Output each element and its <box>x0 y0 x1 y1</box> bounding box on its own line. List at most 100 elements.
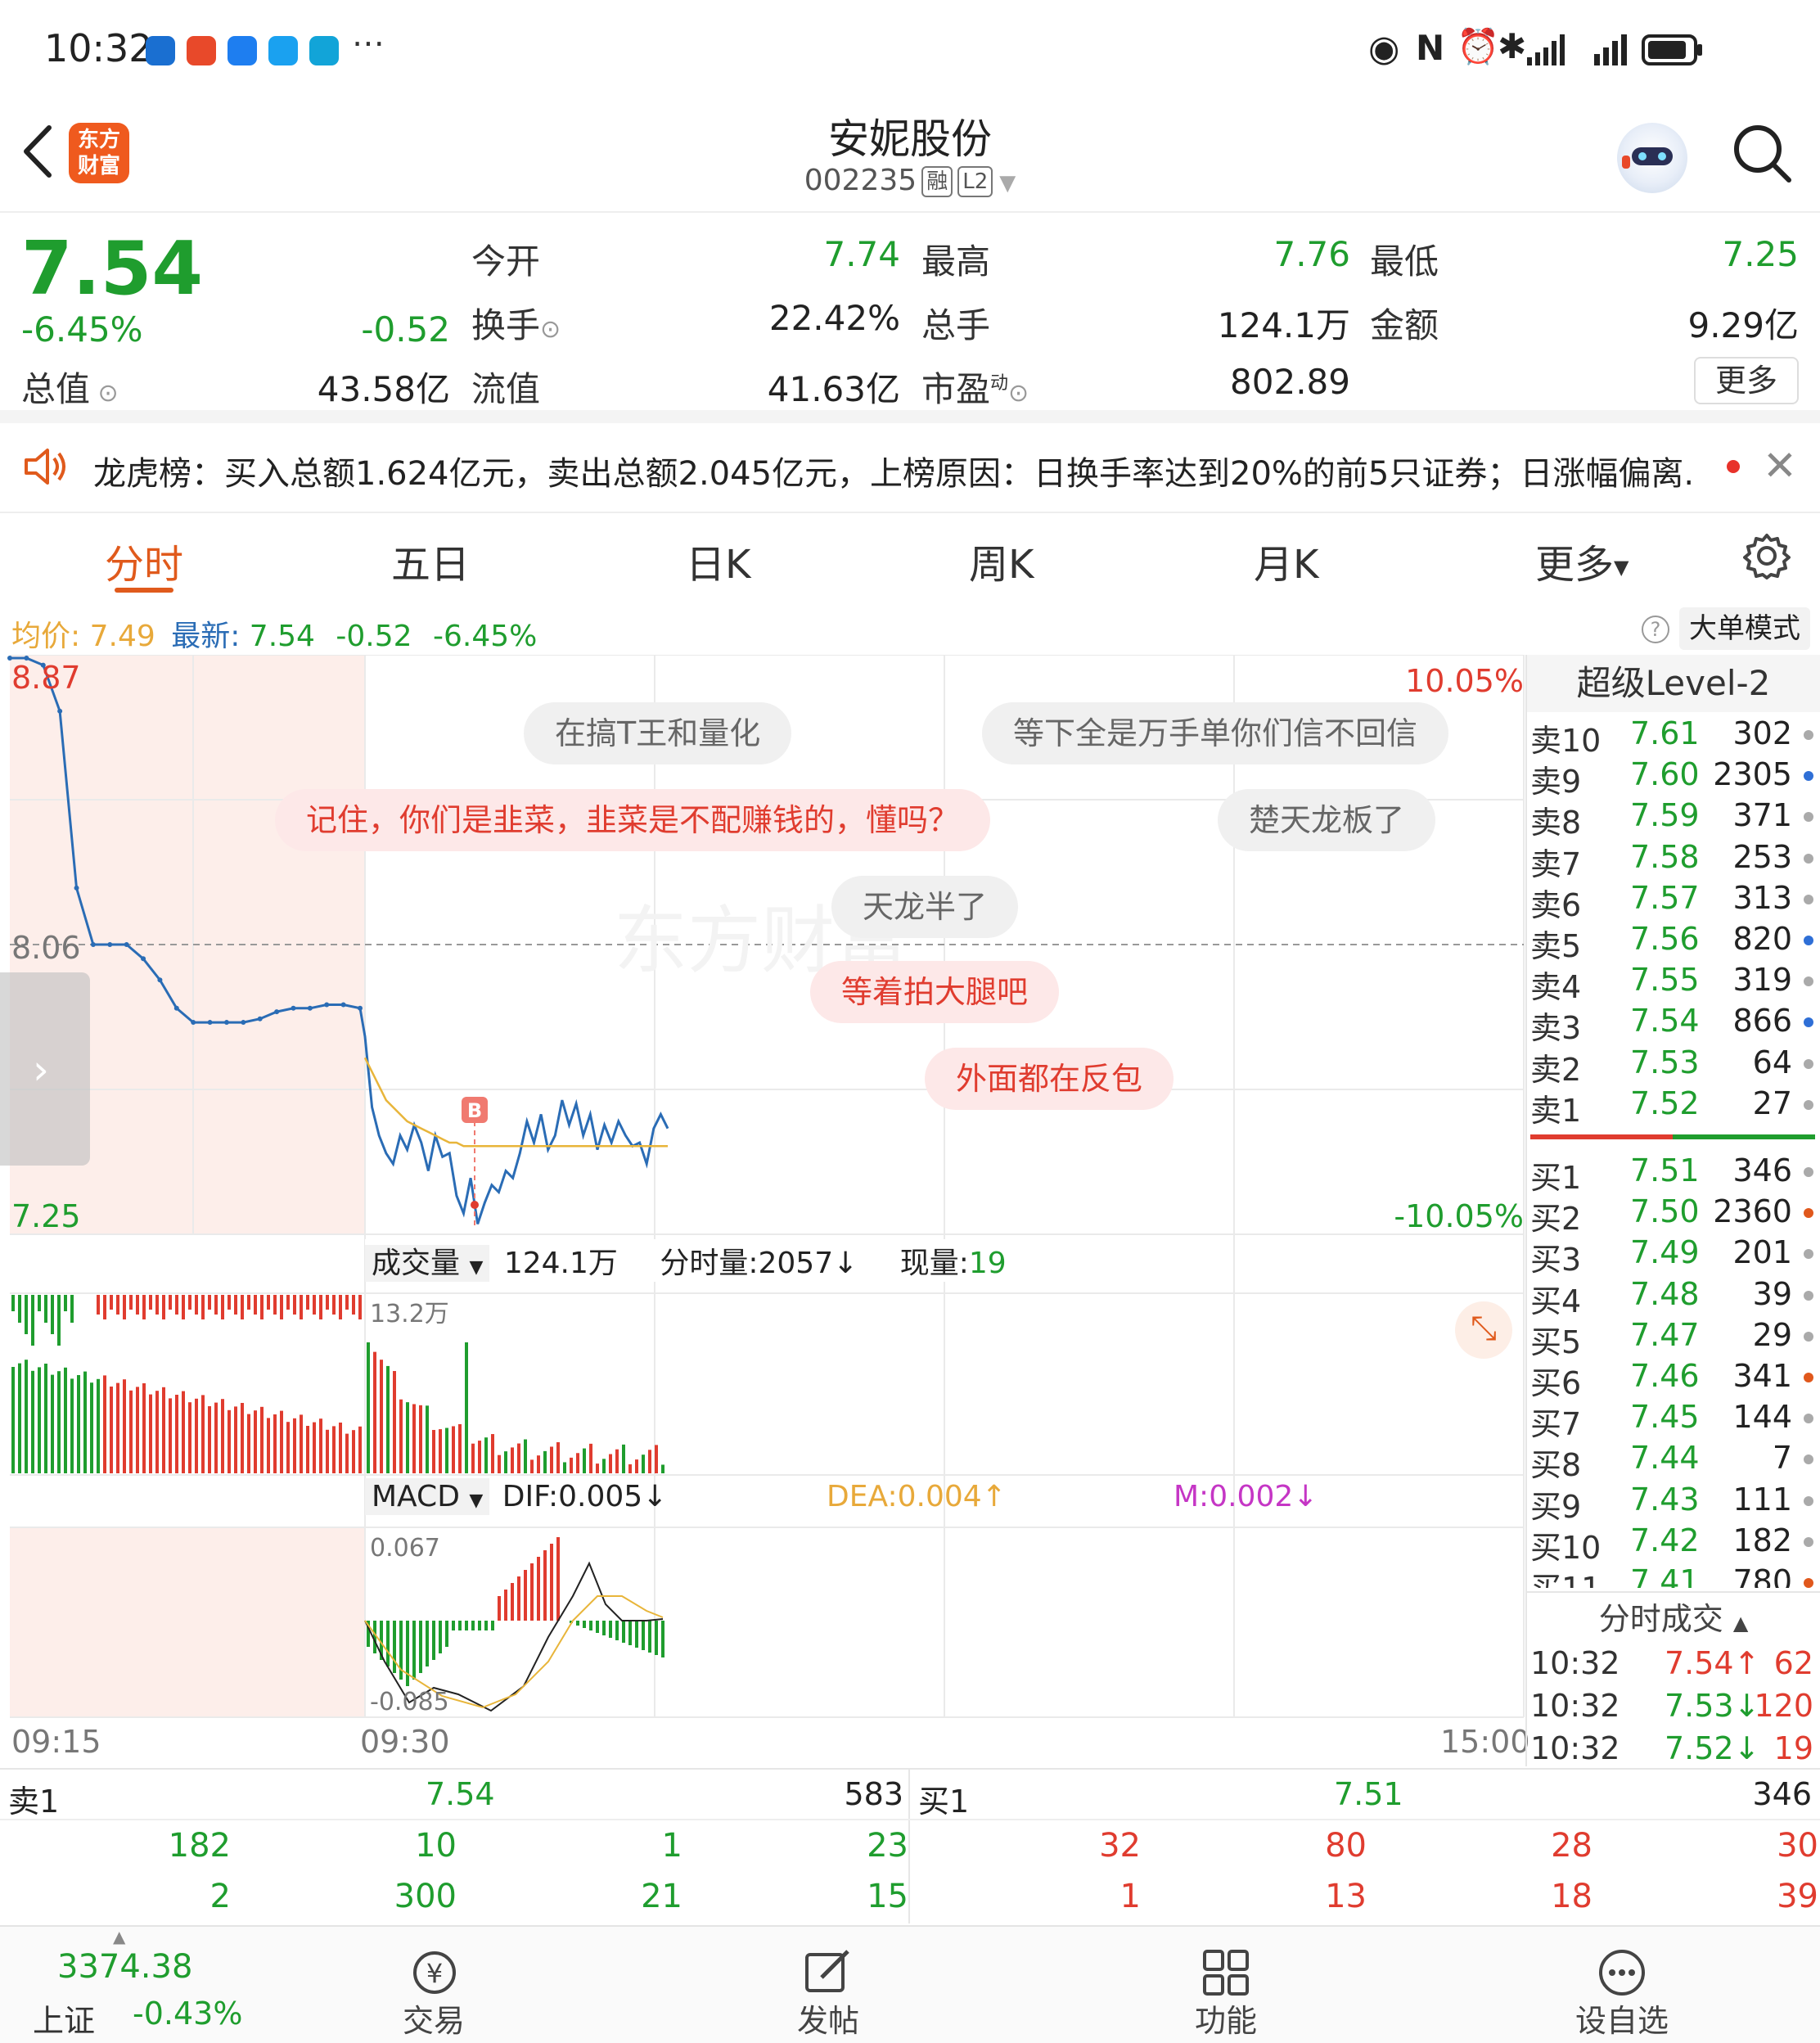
macd-bar <box>478 1621 481 1630</box>
bid-row[interactable]: 买7 7.45 144 <box>1530 1399 1817 1442</box>
level-price: 7.42 <box>1630 1522 1700 1558</box>
macd-bar <box>406 1621 409 1686</box>
macd-bar <box>655 1621 658 1655</box>
order-dot <box>1804 1414 1813 1424</box>
trade-time: 10:32 <box>1530 1730 1620 1766</box>
more-dots-icon[interactable] <box>1596 1948 1648 1997</box>
index-value[interactable]: 3374.38 <box>57 1948 192 1986</box>
macd-bar <box>622 1621 625 1643</box>
macd-bar <box>661 1621 664 1657</box>
order-dot <box>1804 1249 1813 1260</box>
macd-bar <box>642 1621 645 1650</box>
level-label: 买8 <box>1530 1447 1582 1484</box>
macd-bar <box>648 1621 651 1653</box>
macd-bar <box>419 1621 422 1673</box>
queue-head-divider <box>0 1819 1820 1820</box>
macd-bar <box>596 1621 599 1633</box>
queue-order-size: 28 <box>1551 1827 1592 1865</box>
nav-trade[interactable]: 交易 <box>352 1996 516 2041</box>
trade-row: 10:32 7.52↓ 19 <box>1530 1730 1817 1771</box>
macd-bar <box>471 1621 475 1630</box>
level-label: 买5 <box>1530 1324 1582 1360</box>
macd-bar <box>576 1621 579 1626</box>
level-price: 7.43 <box>1630 1481 1700 1518</box>
bid-row[interactable]: 买8 7.44 7 <box>1530 1440 1817 1483</box>
queue-sell-price: 7.54 <box>426 1776 495 1812</box>
bid-row[interactable]: 买2 7.50 2360 <box>1530 1193 1817 1237</box>
order-dot <box>1804 1290 1813 1301</box>
trade-volume: 120 <box>1754 1688 1813 1724</box>
macd-bar <box>458 1621 462 1630</box>
level-volume: 111 <box>1732 1481 1792 1518</box>
macd-bar <box>465 1621 468 1630</box>
level-price: 7.50 <box>1630 1193 1700 1230</box>
macd-bar <box>615 1621 619 1640</box>
bid-row[interactable]: 买10 7.42 182 <box>1530 1522 1817 1566</box>
level-volume: 182 <box>1732 1522 1792 1558</box>
macd-bar <box>452 1621 455 1630</box>
bid-row[interactable]: 买9 7.43 111 <box>1530 1481 1817 1525</box>
queue-order-size: 1 <box>661 1827 682 1865</box>
macd-bar <box>393 1621 396 1673</box>
trade-volume: 19 <box>1773 1730 1813 1766</box>
level-label: 买4 <box>1530 1283 1582 1319</box>
macd-bar <box>635 1621 638 1648</box>
nav-add-watchlist[interactable]: 设自选 <box>1540 1996 1704 2041</box>
bid-row[interactable]: 买11 7.41 780 <box>1530 1563 1817 1588</box>
level-volume: 39 <box>1752 1275 1792 1312</box>
macd-bar <box>426 1621 429 1666</box>
level-price: 7.47 <box>1630 1316 1700 1353</box>
bid-row[interactable]: 买3 7.49 201 <box>1530 1234 1817 1278</box>
order-dot <box>1804 1454 1813 1465</box>
level-label: 买11 <box>1530 1563 1601 1588</box>
queue-order-size: 18 <box>1551 1878 1592 1915</box>
time-start: 09:15 <box>11 1724 101 1760</box>
order-dot <box>1804 1536 1813 1547</box>
level-price: 7.48 <box>1630 1275 1700 1312</box>
macd-bar <box>484 1621 488 1630</box>
edit-icon[interactable] <box>804 1948 853 1997</box>
macd-bar <box>609 1621 612 1638</box>
level-price: 7.41 <box>1630 1563 1700 1588</box>
level-volume: 341 <box>1732 1358 1792 1394</box>
queue-order-size: 32 <box>1099 1827 1141 1865</box>
svg-text:¥: ¥ <box>426 1958 443 1989</box>
nav-functions[interactable]: 功能 <box>1144 1996 1308 2041</box>
queue-buy-price: 7.51 <box>1334 1776 1403 1812</box>
queue-order-size: 10 <box>415 1827 457 1865</box>
bid-row[interactable]: 买5 7.47 29 <box>1530 1316 1817 1360</box>
queue-order-size: 80 <box>1325 1827 1367 1865</box>
queue-order-size: 30 <box>1777 1827 1818 1865</box>
grid-icon[interactable] <box>1201 1948 1250 1997</box>
trade-row: 10:32 7.53↓ 120 <box>1530 1688 1817 1729</box>
trade-volume: 62 <box>1773 1645 1813 1681</box>
bid-row[interactable]: 买1 7.51 346 <box>1530 1152 1817 1196</box>
macd-bar <box>628 1621 632 1645</box>
bid-row[interactable]: 买6 7.46 341 <box>1530 1358 1817 1401</box>
queue-order-size: 2 <box>209 1878 231 1915</box>
level-label: 买6 <box>1530 1365 1582 1401</box>
level-price: 7.44 <box>1630 1440 1700 1477</box>
queue-divider <box>0 1768 1820 1770</box>
index-name[interactable]: 上证 <box>33 1996 95 2041</box>
trade-time: 10:32 <box>1530 1688 1620 1724</box>
orderbook-bids: 买1 7.51 346 买2 7.50 2360 买3 7.49 201 买4 7.48 39 买5 7.… <box>0 0 1820 1588</box>
index-change[interactable]: -0.43% <box>133 1996 242 2032</box>
trade-price: 7.52↓ <box>1665 1730 1760 1766</box>
trades-title[interactable]: 分时成交 ▲ <box>1527 1591 1820 1644</box>
queue-sell-total: 583 <box>844 1776 903 1812</box>
bid-row[interactable]: 买4 7.48 39 <box>1530 1275 1817 1319</box>
level-volume: 346 <box>1732 1152 1792 1188</box>
time-end: 15:00 <box>1440 1724 1530 1760</box>
queue-buy-label: 买1 <box>918 1784 970 1820</box>
trade-row: 10:32 7.54↑ 62 <box>1530 1645 1817 1686</box>
order-dot <box>1804 1331 1813 1342</box>
time-open: 09:30 <box>360 1724 450 1760</box>
nav-post[interactable]: 发帖 <box>746 1996 910 2041</box>
queue-order-size: 1 <box>1119 1878 1141 1915</box>
level-volume: 201 <box>1732 1234 1792 1271</box>
trade-price: 7.53↓ <box>1665 1688 1760 1724</box>
macd-bar <box>491 1621 494 1630</box>
yuan-icon[interactable]: ¥ <box>406 1948 463 1997</box>
level-volume: 780 <box>1732 1563 1792 1588</box>
